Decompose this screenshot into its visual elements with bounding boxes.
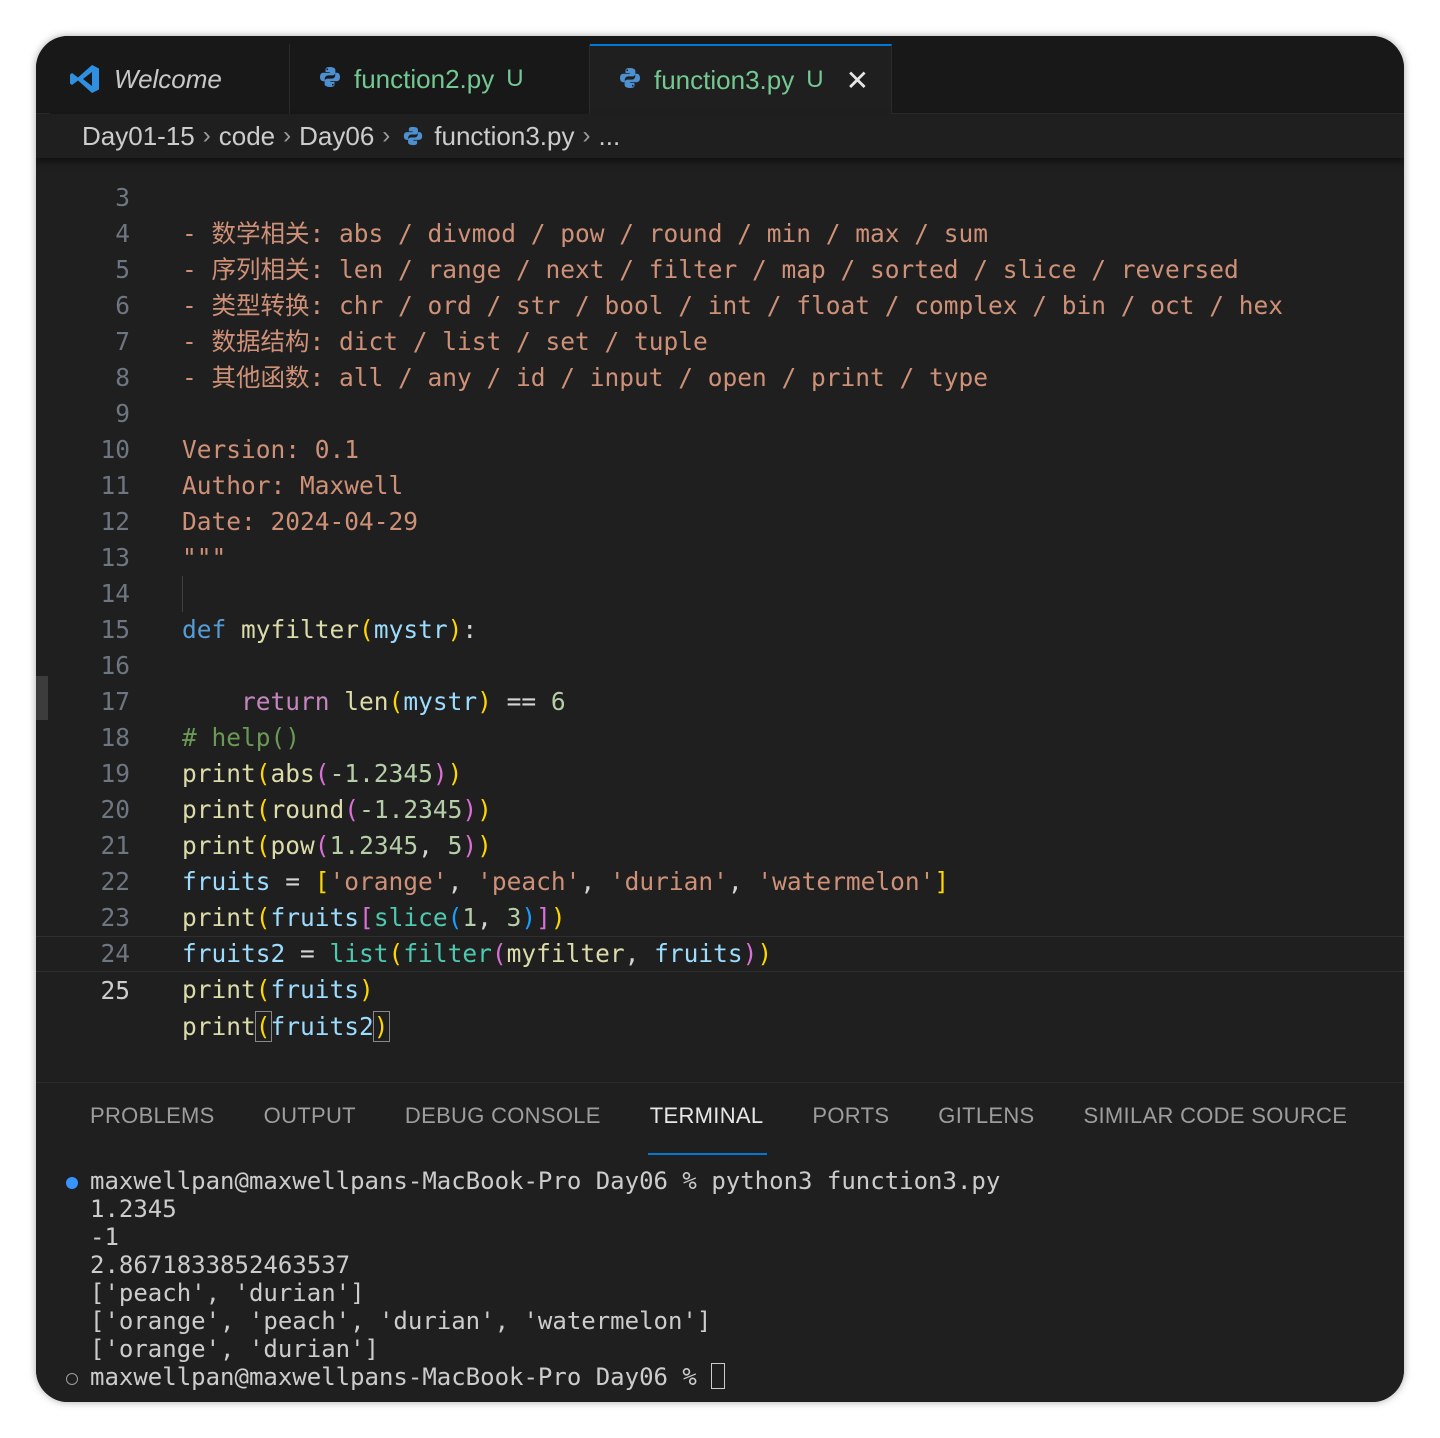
terminal-line: maxwellpan@maxwellpans-MacBook-Pro Day06… — [90, 1167, 1001, 1195]
tab-output[interactable]: OUTPUT — [264, 1103, 356, 1143]
code-line: 6 - 数据结构: dict / list / set / tuple — [36, 252, 1404, 356]
tab-similar-code-source[interactable]: SIMILAR CODE SOURCE — [1084, 1103, 1348, 1143]
code-line: 4 - 序列相关: len / range / next / filter / … — [36, 180, 1404, 284]
current-code-line: 25 print(fruits2) — [36, 936, 1404, 1042]
code-line: 14 def myfilter(mystr): — [36, 540, 1404, 644]
chevron-right-icon: › — [283, 122, 292, 149]
code-line: 21 fruits = ['orange', 'peach', 'durian'… — [36, 792, 1404, 896]
modified-badge: U — [506, 65, 524, 92]
terminal-prompt: maxwellpan@maxwellpans-MacBook-Pro Day06… — [90, 1363, 1000, 1391]
code-line: 24 print(fruits) — [36, 900, 1404, 1004]
command-success-dot-icon — [66, 1177, 78, 1189]
breadcrumb-item[interactable]: Day01-15 — [82, 121, 195, 152]
terminal-line: 1.2345 — [90, 1195, 177, 1223]
vscode-logo-icon — [70, 65, 99, 93]
terminal-line: -1 — [90, 1223, 119, 1251]
code-line: 23 fruits2 = list(filter(myfilter, fruit… — [36, 864, 1404, 968]
terminal-cursor — [711, 1363, 726, 1389]
python-icon — [402, 125, 424, 147]
tab-label: Welcome — [114, 63, 222, 94]
terminal-line: ['orange', 'durian'] — [90, 1335, 379, 1363]
code-line: 15 return len(mystr) == 6 — [36, 576, 1404, 716]
line-text: print(fruits) — [182, 975, 374, 1004]
code-line: 11 Date: 2024-04-29 — [36, 432, 1404, 536]
breadcrumb-item[interactable]: ... — [599, 121, 621, 152]
editor-tab-bar: Welcome function2.py U function3.py U ✕ — [36, 36, 1404, 114]
code-line: 12 """ — [36, 468, 1404, 572]
code-line: 7 - 其他函数: all / any / id / input / open … — [36, 288, 1404, 392]
line-text: print(fruits2) — [182, 1011, 390, 1042]
panel-tabs: PROBLEMS OUTPUT DEBUG CONSOLE TERMINAL P… — [90, 1103, 1396, 1155]
tab-ports[interactable]: PORTS — [812, 1103, 889, 1143]
tab-function2[interactable]: function2.py U — [290, 44, 590, 114]
code-line: 9 Version: 0.1 — [36, 360, 1404, 464]
tab-function3[interactable]: function3.py U ✕ — [590, 44, 892, 114]
tab-label: function2.py — [354, 63, 495, 94]
terminal-output[interactable]: maxwellpan@maxwellpans-MacBook-Pro Day06… — [90, 1167, 1000, 1391]
chevron-right-icon: › — [202, 122, 211, 149]
code-line: 22 print(fruits[slice(1, 3)]) — [36, 828, 1404, 932]
chevron-right-icon: › — [582, 122, 591, 149]
modified-badge: U — [806, 66, 824, 93]
code-line: 17 # help() — [36, 648, 1404, 752]
breadcrumb-item[interactable]: code — [219, 121, 275, 152]
code-line: 20 print(pow(1.2345, 5)) — [36, 756, 1404, 860]
code-line: 18 print(abs(-1.2345)) — [36, 684, 1404, 788]
code-line: 16 — [36, 612, 1404, 680]
terminal-line: ['peach', 'durian'] — [90, 1279, 365, 1307]
breadcrumb: Day01-15 › code › Day06 › function3.py ›… — [36, 114, 1404, 158]
tab-problems[interactable]: PROBLEMS — [90, 1103, 215, 1143]
code-line: 13 — [36, 504, 1404, 572]
code-line: 19 print(round(-1.2345)) — [36, 720, 1404, 824]
terminal-line: 2.8671833852463537 — [90, 1251, 351, 1279]
bottom-panel: PROBLEMS OUTPUT DEBUG CONSOLE TERMINAL P… — [36, 1082, 1404, 1402]
code-line: 10 Author: Maxwell — [36, 396, 1404, 500]
code-line: 8 — [36, 324, 1404, 392]
tab-welcome[interactable]: Welcome — [50, 44, 290, 114]
breadcrumb-item[interactable]: function3.py — [434, 121, 574, 152]
python-icon — [618, 66, 642, 95]
command-pending-dot-icon — [66, 1373, 78, 1385]
tab-debug-console[interactable]: DEBUG CONSOLE — [405, 1103, 601, 1143]
code-line: 3 - 数学相关: abs / divmod / pow / round / m… — [36, 158, 1404, 248]
python-icon — [318, 65, 342, 94]
terminal-line: ['orange', 'peach', 'durian', 'watermelo… — [90, 1307, 712, 1335]
vscode-window: Welcome function2.py U function3.py U ✕ … — [36, 36, 1404, 1402]
indent-guide — [182, 576, 183, 612]
code-line: 5 - 类型转换: chr / ord / str / bool / int /… — [36, 216, 1404, 320]
line-number: 25 — [100, 976, 130, 1005]
close-icon[interactable]: ✕ — [846, 64, 869, 97]
chevron-right-icon: › — [382, 122, 391, 149]
tab-gitlens[interactable]: GITLENS — [938, 1103, 1034, 1143]
code-editor[interactable]: 3 - 数学相关: abs / divmod / pow / round / m… — [36, 158, 1404, 1082]
tab-label: function3.py — [654, 64, 795, 95]
tab-terminal[interactable]: TERMINAL — [647, 1103, 768, 1155]
breadcrumb-item[interactable]: Day06 — [299, 121, 374, 152]
